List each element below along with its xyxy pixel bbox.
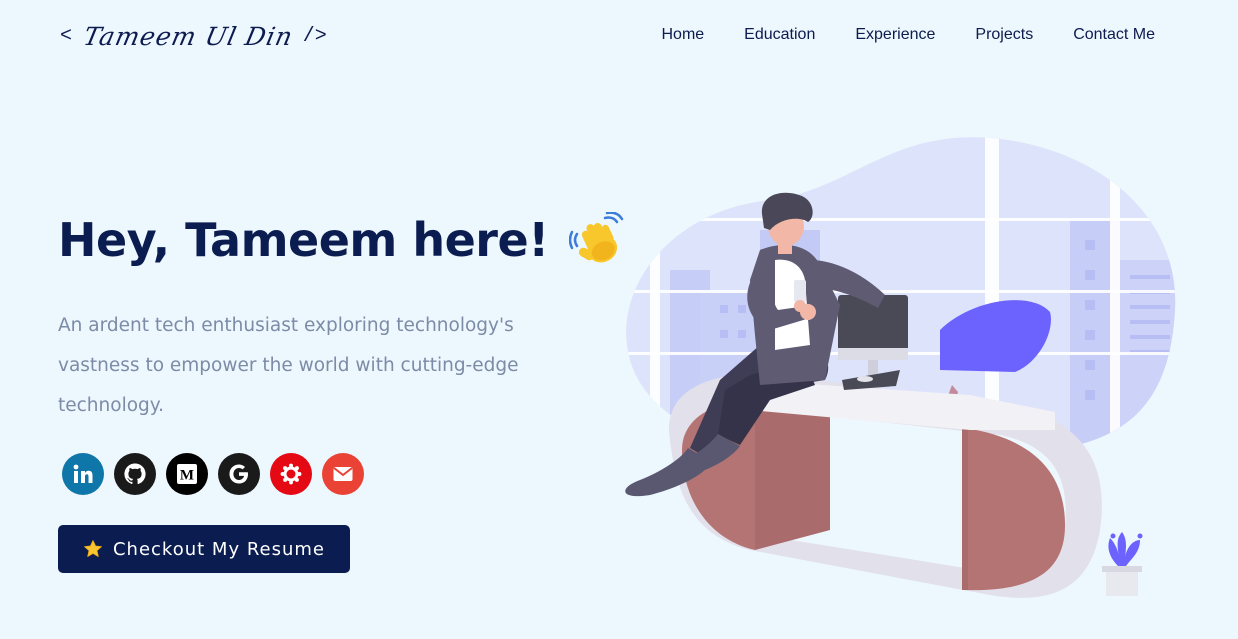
google-icon[interactable] (218, 453, 260, 495)
checkout-resume-button[interactable]: Checkout My Resume (58, 525, 350, 573)
header: < Tameem Ul Din /> Home Education Experi… (60, 14, 1170, 58)
hero-title-text: Hey, Tameem here! (58, 213, 549, 267)
page: < Tameem Ul Din /> Home Education Experi… (0, 0, 1238, 639)
nav-contact-me[interactable]: Contact Me (1073, 26, 1155, 44)
nav-home[interactable]: Home (661, 26, 704, 44)
developer-desk-illustration (610, 130, 1190, 610)
star-icon (83, 539, 103, 559)
social-links: M (62, 453, 374, 495)
svg-text:M: M (180, 468, 194, 484)
nav-experience[interactable]: Experience (855, 26, 935, 44)
checkout-resume-label: Checkout My Resume (112, 538, 325, 560)
nav-education[interactable]: Education (744, 26, 815, 44)
github-icon[interactable] (114, 453, 156, 495)
linkedin-icon[interactable] (62, 453, 104, 495)
logo-open-bracket: < (60, 24, 73, 48)
nav-projects[interactable]: Projects (975, 26, 1033, 44)
medium-icon[interactable]: M (166, 453, 208, 495)
logo[interactable]: < Tameem Ul Din /> (60, 16, 327, 56)
hero-subtitle: An ardent tech enthusiast exploring tech… (58, 315, 519, 416)
main-nav: Home Education Experience Projects Conta… (621, 14, 1155, 56)
logo-signature: Tameem Ul Din (80, 21, 296, 51)
email-icon[interactable] (322, 453, 364, 495)
logo-close-bracket: /> (302, 24, 327, 48)
badge-icon[interactable] (270, 453, 312, 495)
hero-title: Hey, Tameem here! (58, 211, 625, 268)
